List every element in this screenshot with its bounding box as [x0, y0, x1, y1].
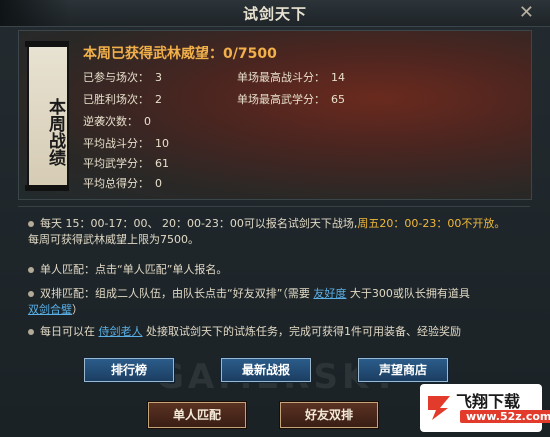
stat-avg-combat: 平均战斗分： 10	[83, 135, 169, 151]
info-schedule: 每天 15：00-17：00、 20：00-23：00可以报名试剑天下战场,周五…	[28, 216, 505, 248]
logo-name: 飞翔下载	[456, 392, 521, 411]
stat-value: 65	[331, 93, 345, 106]
stat-label: 平均武学分：	[83, 157, 149, 170]
stat-matches-won: 已胜利场次： 2	[83, 91, 162, 107]
schedule-exception: 周五20：00-23：00不开放。	[357, 217, 506, 230]
weekly-record-banner: 本周战绩	[25, 41, 69, 191]
banner-rod-bottom	[25, 185, 69, 191]
stat-value: 3	[155, 71, 162, 84]
friendship-link[interactable]: 友好度	[313, 287, 346, 300]
close-icon[interactable]: ✕	[519, 2, 534, 23]
stat-best-combat: 单场最高战斗分： 14	[237, 69, 345, 85]
title-bar: 试剑天下 ✕	[0, 0, 550, 27]
stat-best-martial: 单场最高武学分： 65	[237, 91, 345, 107]
weekly-cap-text: 每周可获得武林威望上限为7500。	[28, 233, 199, 246]
duo-text: 双排匹配：组成二人队伍，由队长点击“好友双排”（需要	[40, 287, 314, 300]
solo-text: 单人匹配：点击“单人匹配”单人报名。	[40, 263, 228, 276]
stat-label: 逆袭次数：	[83, 115, 138, 128]
stat-value: 10	[155, 137, 169, 150]
stat-label: 平均战斗分：	[83, 137, 149, 150]
bullet-icon	[28, 267, 34, 273]
prestige-label: 本周已获得武林威望：	[83, 46, 223, 62]
site-logo: 飞翔下载 www.52z.com	[420, 384, 550, 432]
sword-elder-link[interactable]: 侍剑老人	[99, 325, 143, 338]
duo-match-button[interactable]: 好友双排	[280, 402, 378, 428]
bullet-icon	[28, 221, 34, 227]
info-duo: 双排匹配：组成二人队伍，由队长点击“好友双排”（需要 友好度 大于300或队长拥…	[28, 286, 470, 318]
banner-text: 本周战绩	[45, 98, 65, 166]
quest-text: 每日可以在	[40, 325, 99, 338]
game-window: 试剑天下 ✕ 本周战绩 本周已获得武林威望：0/7500 已参与场次： 3 已胜利…	[0, 0, 550, 437]
stat-value: 0	[144, 115, 151, 128]
stat-value: 0	[155, 177, 162, 190]
stat-matches-joined: 已参与场次： 3	[83, 69, 162, 85]
quest-text-2: 处接取试剑天下的试炼任务，完成可获得1件可用装备、经验奖励	[142, 325, 461, 338]
stat-label: 平均总得分：	[83, 177, 149, 190]
info-solo: 单人匹配：点击“单人匹配”单人报名。	[28, 262, 227, 278]
logo-mark-icon	[428, 396, 450, 420]
window-title: 试剑天下	[242, 5, 307, 23]
stat-value: 14	[331, 71, 345, 84]
schedule-text: 每天 15：00-17：00、 20：00-23：00可以报名试剑天下战场,	[40, 217, 358, 230]
bullet-icon	[28, 291, 34, 297]
stat-comebacks: 逆袭次数： 0	[83, 113, 151, 129]
logo-url: www.52z.com	[460, 410, 550, 423]
prestige-value: 0/7500	[223, 46, 277, 62]
leaderboard-button[interactable]: 排行榜	[84, 358, 174, 382]
stat-label: 单场最高武学分：	[237, 93, 325, 106]
stat-label: 单场最高战斗分：	[237, 71, 325, 84]
banner-rod-top	[25, 41, 69, 47]
info-daily-quest: 每日可以在 侍剑老人 处接取试剑天下的试炼任务，完成可获得1件可用装备、经验奖励	[28, 324, 461, 340]
stat-label: 已参与场次：	[83, 71, 149, 84]
stat-avg-martial: 平均武学分： 61	[83, 155, 169, 171]
bullet-icon	[28, 329, 34, 335]
prestige-shop-button[interactable]: 声望商店	[358, 358, 448, 382]
stat-avg-total: 平均总得分： 0	[83, 175, 162, 191]
solo-match-button[interactable]: 单人匹配	[148, 402, 246, 428]
stat-value: 2	[155, 93, 162, 106]
weekly-prestige: 本周已获得武林威望：0/7500	[83, 43, 277, 63]
divider	[18, 206, 530, 207]
latest-report-button[interactable]: 最新战报	[221, 358, 311, 382]
stat-label: 已胜利场次：	[83, 93, 149, 106]
duo-text-3: ）	[72, 303, 83, 316]
weekly-stats-panel: 本周战绩 本周已获得武林威望：0/7500 已参与场次： 3 已胜利场次： 2 逆袭…	[18, 30, 532, 200]
duo-text-2: 大于300或队长拥有道具	[346, 287, 470, 300]
stat-value: 61	[155, 157, 169, 170]
twin-sword-link[interactable]: 双剑合璧	[28, 303, 72, 316]
